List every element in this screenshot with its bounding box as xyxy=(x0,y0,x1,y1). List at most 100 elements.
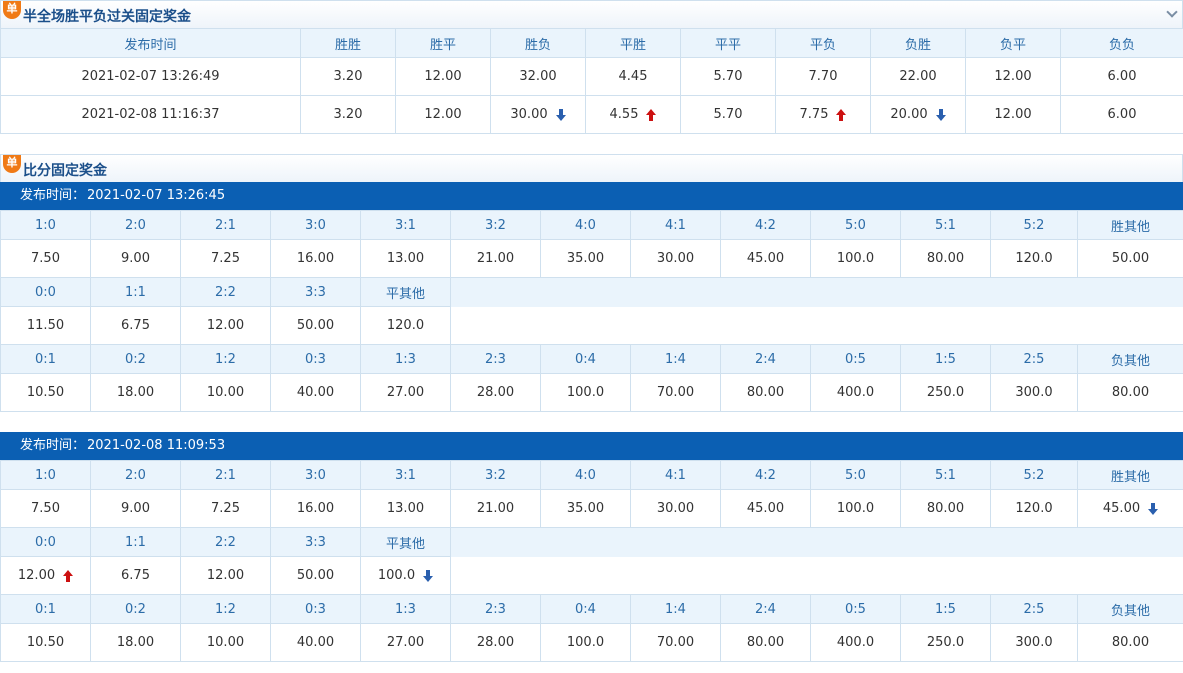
score-odds-cell: 40.00 xyxy=(270,623,361,662)
score-header-cell-text: 0:3 xyxy=(305,601,326,617)
score-header-cell-text: 2:0 xyxy=(125,217,146,233)
score-header-cell-text: 2:2 xyxy=(215,284,236,300)
score-header-cell: 5:1 xyxy=(900,210,991,240)
score-header-cell-text: 平其他 xyxy=(385,536,425,552)
score-header-cell-text: 3:2 xyxy=(485,217,506,233)
score-odds-cell: 400.0 xyxy=(810,373,901,412)
odds-cell: 7.75 xyxy=(775,95,871,134)
score-odds-cell: 16.00 xyxy=(270,239,361,278)
score-odds-table: 1:0 2:0 2:1 3:0 3:1 3:2 4:0 4:1 4:2 5:0 5:1 5:2 胜其他 7… xyxy=(0,210,1183,412)
score-header-cell: 0:4 xyxy=(540,594,631,624)
score-header-cell-text: 0:3 xyxy=(305,351,326,367)
score-header-cell-text: 0:1 xyxy=(35,601,56,617)
score-odds-cell-text: 100.0 xyxy=(566,635,605,650)
score-odds-cell: 7.50 xyxy=(0,489,91,528)
header-cell: 负平 xyxy=(965,28,1061,58)
header-cell: 负负 xyxy=(1060,28,1183,58)
score-header-cell: 0:3 xyxy=(270,594,361,624)
score-odds-cell-text: 70.00 xyxy=(656,635,695,650)
score-header-cell-text: 0:0 xyxy=(35,284,56,300)
score-header-cell-text: 4:1 xyxy=(665,467,686,483)
odds-cell-text: 3.20 xyxy=(333,69,363,84)
collapse-chevron-icon[interactable] xyxy=(1166,6,1178,18)
score-odds-cell: 120.0 xyxy=(990,489,1078,528)
win-value-row: 7.50 9.00 7.25 16.00 13.00 21.00 35.00 30.00 45.… xyxy=(0,239,1183,278)
score-odds-cell-text: 21.00 xyxy=(476,251,515,266)
score-odds-cell: 35.00 xyxy=(540,489,631,528)
score-header-cell: 0:2 xyxy=(90,594,181,624)
score-odds-cell: 10.50 xyxy=(0,373,91,412)
score-header-cell: 1:0 xyxy=(0,460,91,490)
score-odds-cell-text: 28.00 xyxy=(476,385,515,400)
score-header-cell-text: 3:0 xyxy=(305,217,326,233)
score-header-cell: 2:5 xyxy=(990,594,1078,624)
odds-cell-text: 7.70 xyxy=(808,69,838,84)
odds-cell-text: 6.00 xyxy=(1107,69,1137,84)
score-header-cell: 1:5 xyxy=(900,344,991,374)
header-cell-text: 负负 xyxy=(1108,37,1135,53)
score-header-cell-text: 4:0 xyxy=(575,217,596,233)
publish-time-value: 2021-02-08 11:09:53 xyxy=(87,438,226,453)
header-cell: 负胜 xyxy=(870,28,966,58)
score-blocks: 发布时间： 2021-02-07 13:26:45 1:0 2:0 2:1 3:0 3:1 3… xyxy=(0,182,1183,662)
score-header-cell-text: 2:4 xyxy=(755,351,776,367)
score-odds-table: 1:0 2:0 2:1 3:0 3:1 3:2 4:0 4:1 4:2 5:0 5:1 5:2 胜其他 7… xyxy=(0,460,1183,662)
odds-cell: 32.00 xyxy=(490,57,586,96)
score-odds-cell-text: 300.0 xyxy=(1015,635,1053,650)
odds-cell: 12.00 xyxy=(965,57,1061,96)
score-odds-cell-text: 80.00 xyxy=(1111,385,1150,400)
score-odds-cell: 50.00 xyxy=(270,556,361,595)
score-header-cell: 1:4 xyxy=(630,594,721,624)
score-header-cell: 0:5 xyxy=(810,594,901,624)
odds-cell: 12.00 xyxy=(395,57,491,96)
score-header-cell-text: 3:2 xyxy=(485,467,506,483)
lose-header-row: 0:1 0:2 1:2 0:3 1:3 2:3 0:4 1:4 2:4 0:5 1:5 2:5 负其他 xyxy=(0,594,1183,624)
header-cell-text: 平负 xyxy=(809,37,836,53)
odds-cell: 7.70 xyxy=(775,57,871,96)
score-odds-cell-text: 400.0 xyxy=(836,635,875,650)
score-odds-cell: 13.00 xyxy=(360,239,451,278)
score-odds-cell-text: 120.0 xyxy=(1015,251,1053,266)
score-odds-cell-text: 30.00 xyxy=(656,251,695,266)
score-odds-cell-text: 16.00 xyxy=(296,251,335,266)
score-odds-cell-text: 50.00 xyxy=(296,568,335,583)
score-odds-cell: 120.0 xyxy=(990,239,1078,278)
odds-cell-text: 12.00 xyxy=(424,107,462,122)
score-odds-cell: 12.00 xyxy=(180,306,271,345)
score-odds-cell: 16.00 xyxy=(270,489,361,528)
score-odds-cell: 45.00 xyxy=(720,239,811,278)
score-odds-cell: 21.00 xyxy=(450,239,541,278)
score-header-cell: 1:3 xyxy=(360,344,451,374)
score-header-cell-text: 5:1 xyxy=(935,217,956,233)
odds-cell: 30.00 xyxy=(490,95,586,134)
score-odds-cell-text: 18.00 xyxy=(116,635,155,650)
odds-cell-text: 20.00 xyxy=(890,107,928,122)
publish-time-bar: 发布时间： 2021-02-07 13:26:45 xyxy=(0,182,1183,210)
score-header-cell: 3:3 xyxy=(270,277,361,307)
publish-time-value: 2021-02-07 13:26:45 xyxy=(87,188,226,203)
score-header-cell: 4:0 xyxy=(540,210,631,240)
score-header-cell: 2:1 xyxy=(180,210,271,240)
score-odds-cell: 21.00 xyxy=(450,489,541,528)
score-header-cell-text: 0:5 xyxy=(845,351,866,367)
score-odds-cell-text: 45.00 xyxy=(746,501,785,516)
score-odds-cell-text: 120.0 xyxy=(1015,501,1053,516)
score-odds-cell-text: 16.00 xyxy=(296,501,335,516)
score-odds-cell: 300.0 xyxy=(990,623,1078,662)
odds-cell-text: 22.00 xyxy=(899,69,937,84)
table-row: 2021-02-08 11:16:37 3.20 12.00 30.00 4.55 5.7… xyxy=(0,95,1183,134)
score-odds-cell: 300.0 xyxy=(990,373,1078,412)
score-odds-cell: 70.00 xyxy=(630,373,721,412)
odds-cell-text: 30.00 xyxy=(510,107,548,122)
score-odds-cell: 9.00 xyxy=(90,489,181,528)
score-odds-cell-text: 100.0 xyxy=(377,568,416,583)
score-header-cell-text: 3:3 xyxy=(305,284,326,300)
score-odds-cell-text: 250.0 xyxy=(926,635,965,650)
empty-cell xyxy=(450,306,1183,345)
score-odds-cell: 80.00 xyxy=(720,623,811,662)
score-header-cell: 0:1 xyxy=(0,594,91,624)
score-odds-cell-text: 30.00 xyxy=(656,501,695,516)
score-header-cell: 0:0 xyxy=(0,527,91,557)
score-header-cell: 2:3 xyxy=(450,344,541,374)
score-header-cell-text: 4:0 xyxy=(575,467,596,483)
